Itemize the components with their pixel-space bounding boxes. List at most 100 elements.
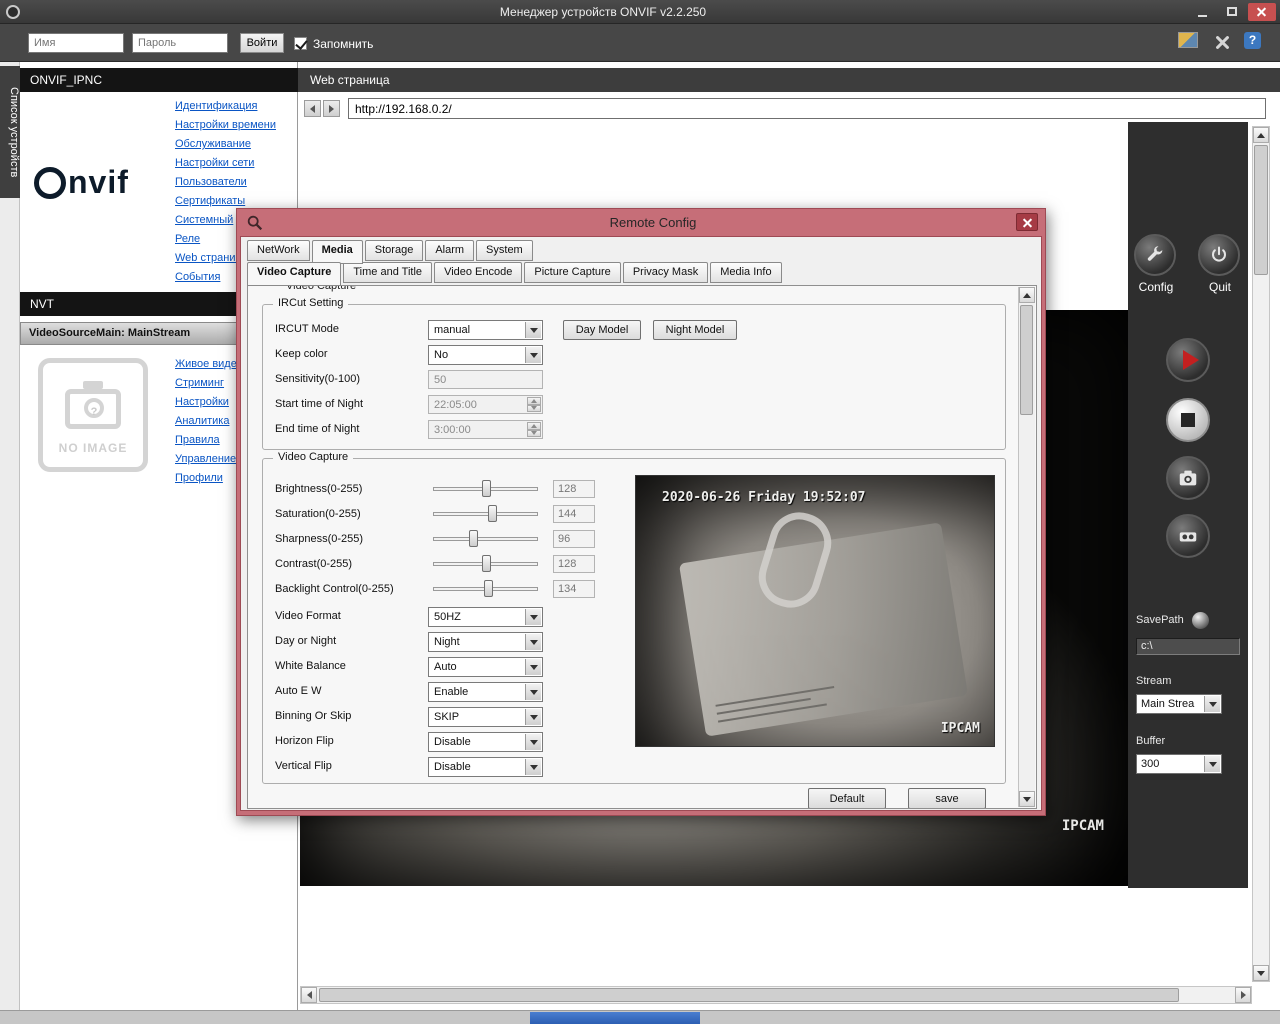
settings-tools-icon[interactable] — [1212, 32, 1232, 52]
sidebar-link-analytics[interactable]: Аналитика — [175, 415, 229, 427]
slider-track[interactable] — [433, 512, 538, 516]
sidebar-link-live-video[interactable]: Живое видео — [175, 358, 243, 370]
slider-thumb[interactable] — [488, 505, 497, 522]
play-button[interactable] — [1166, 338, 1210, 382]
auto-ew-select[interactable]: Enable — [428, 682, 543, 702]
tab-media[interactable]: Media — [312, 240, 363, 264]
sidebar-link-maintenance[interactable]: Обслуживание — [175, 138, 251, 150]
scroll-right-button[interactable] — [1235, 987, 1251, 1003]
default-button[interactable]: Default — [808, 788, 886, 809]
dialog-close-button[interactable] — [1016, 213, 1038, 231]
sidebar-link-rules[interactable]: Правила — [175, 434, 220, 446]
brightness-slider[interactable] — [433, 480, 538, 498]
vertical-scrollbar[interactable] — [1252, 126, 1270, 982]
stream-select[interactable]: Main Strea — [1136, 694, 1222, 714]
slider-thumb[interactable] — [482, 555, 491, 572]
saturation-slider[interactable] — [433, 505, 538, 523]
sidebar-link-relay[interactable]: Реле — [175, 233, 200, 245]
backlight-slider[interactable] — [433, 580, 538, 598]
sidebar-link-management[interactable]: Управление — [175, 453, 236, 465]
chevron-down-icon[interactable] — [525, 322, 541, 338]
chevron-down-icon[interactable] — [525, 759, 541, 775]
browser-forward-button[interactable] — [323, 100, 340, 117]
vertical-scroll-thumb[interactable] — [1254, 145, 1268, 275]
slider-thumb[interactable] — [482, 480, 491, 497]
sidebar-link-system[interactable]: Системный — [175, 214, 233, 226]
video-format-select[interactable]: 50HZ — [428, 607, 543, 627]
save-button[interactable]: save — [908, 788, 986, 809]
subtab-video-capture[interactable]: Video Capture — [247, 262, 341, 286]
contrast-slider[interactable] — [433, 555, 538, 573]
tab-storage[interactable]: Storage — [365, 240, 424, 261]
dialog-scroll-thumb[interactable] — [1020, 305, 1033, 415]
tab-system[interactable]: System — [476, 240, 533, 261]
taskbar-item[interactable] — [530, 1012, 700, 1024]
binning-skip-select[interactable]: SKIP — [428, 707, 543, 727]
remember-checkbox[interactable] — [294, 37, 307, 50]
spin-up-icon[interactable] — [527, 422, 541, 430]
spinner-buttons[interactable] — [527, 397, 541, 412]
chevron-down-icon[interactable] — [525, 347, 541, 363]
sidebar-link-profiles[interactable]: Профили — [175, 472, 223, 484]
horizontal-scrollbar[interactable] — [300, 986, 1252, 1004]
slider-thumb[interactable] — [469, 530, 478, 547]
tab-network[interactable]: NetWork — [247, 240, 310, 261]
sidebar-link-events[interactable]: События — [175, 271, 220, 283]
device-list-vertical-tab[interactable]: Список устройств — [0, 66, 20, 198]
savepath-browse-icon[interactable] — [1192, 612, 1209, 629]
scroll-up-button[interactable] — [1253, 127, 1269, 143]
sidebar-link-network-settings[interactable]: Настройки сети — [175, 157, 254, 169]
keep-color-select[interactable]: No — [428, 345, 543, 365]
dialog-titlebar[interactable]: Remote Config — [240, 209, 1042, 236]
day-model-button[interactable]: Day Model — [563, 320, 641, 340]
sidebar-link-streaming[interactable]: Стриминг — [175, 377, 224, 389]
chevron-down-icon[interactable] — [1204, 696, 1220, 712]
night-model-button[interactable]: Night Model — [653, 320, 737, 340]
chevron-down-icon[interactable] — [525, 609, 541, 625]
stop-button[interactable] — [1166, 398, 1210, 442]
scroll-down-button[interactable] — [1019, 791, 1035, 807]
subtab-picture-capture[interactable]: Picture Capture — [524, 262, 620, 283]
ircut-mode-select[interactable]: manual — [428, 320, 543, 340]
chevron-down-icon[interactable] — [525, 634, 541, 650]
config-button[interactable] — [1134, 234, 1176, 276]
horizon-flip-select[interactable]: Disable — [428, 732, 543, 752]
sidebar-link-identification[interactable]: Идентификация — [175, 100, 257, 112]
url-input[interactable] — [348, 98, 1266, 119]
buffer-select[interactable]: 300 — [1136, 754, 1222, 774]
login-button[interactable]: Войти — [240, 33, 284, 53]
browser-back-button[interactable] — [304, 100, 321, 117]
sidebar-link-settings[interactable]: Настройки — [175, 396, 229, 408]
scroll-down-button[interactable] — [1253, 965, 1269, 981]
vertical-flip-select[interactable]: Disable — [428, 757, 543, 777]
minimize-button[interactable] — [1188, 3, 1216, 21]
sidebar-link-certificates[interactable]: Сертификаты — [175, 195, 245, 207]
slider-track[interactable] — [433, 537, 538, 541]
spin-down-icon[interactable] — [527, 430, 541, 438]
devices-icon[interactable] — [1178, 32, 1198, 48]
record-button[interactable] — [1166, 514, 1210, 558]
dialog-scrollbar[interactable] — [1018, 287, 1035, 807]
chevron-down-icon[interactable] — [525, 659, 541, 675]
username-input[interactable] — [28, 33, 124, 53]
tab-alarm[interactable]: Alarm — [425, 240, 474, 261]
sharpness-slider[interactable] — [433, 530, 538, 548]
subtab-privacy-mask[interactable]: Privacy Mask — [623, 262, 708, 283]
spin-down-icon[interactable] — [527, 405, 541, 413]
chevron-down-icon[interactable] — [1204, 756, 1220, 772]
subtab-time-and-title[interactable]: Time and Title — [343, 262, 432, 283]
close-button[interactable] — [1248, 3, 1276, 21]
horizontal-scroll-thumb[interactable] — [319, 988, 1179, 1002]
subtab-video-encode[interactable]: Video Encode — [434, 262, 522, 283]
quit-button[interactable] — [1198, 234, 1240, 276]
chevron-down-icon[interactable] — [525, 684, 541, 700]
spinner-buttons[interactable] — [527, 422, 541, 437]
chevron-down-icon[interactable] — [525, 709, 541, 725]
scroll-up-button[interactable] — [1019, 287, 1035, 303]
slider-thumb[interactable] — [484, 580, 493, 597]
subtab-media-info[interactable]: Media Info — [710, 262, 781, 283]
spin-up-icon[interactable] — [527, 397, 541, 405]
savepath-field[interactable]: c:\ — [1136, 638, 1240, 655]
sidebar-link-users[interactable]: Пользователи — [175, 176, 247, 188]
help-icon[interactable]: ? — [1244, 32, 1261, 49]
